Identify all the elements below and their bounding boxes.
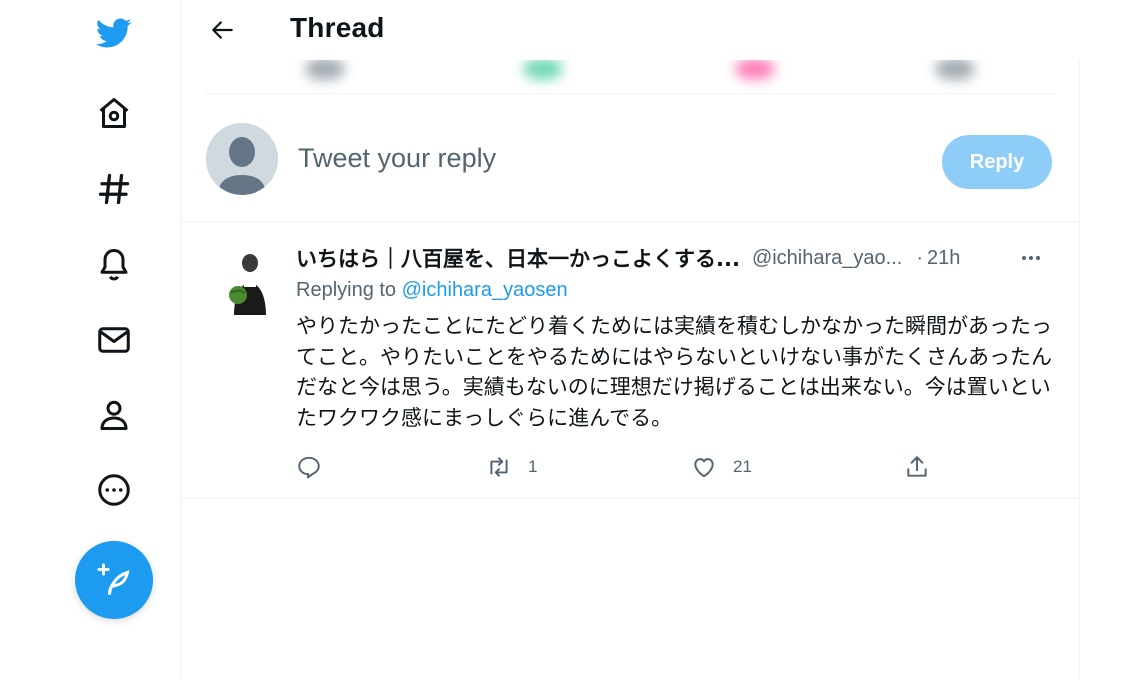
ghost-retweet-icon [523,58,563,80]
previous-tweet-actions [205,54,1056,94]
display-name[interactable]: いちはら｜八百屋を、日本一かっこよくする... [296,243,740,273]
twitter-logo-icon[interactable] [90,8,138,56]
replying-prefix: Replying to [296,279,397,301]
avatar[interactable] [220,247,280,315]
more-options-button[interactable] [1016,243,1046,273]
explore-hashtag-icon[interactable] [90,165,138,213]
like-action-button[interactable]: 21 [691,452,752,482]
share-action-button[interactable] [904,452,930,482]
notifications-bell-icon[interactable] [90,240,138,288]
retweet-action-button[interactable]: 1 [486,452,537,482]
user-photo-avatar [220,247,280,315]
retweet-icon [490,457,508,477]
back-button[interactable] [203,10,243,50]
ghost-reply-icon [305,58,345,80]
feather-plus-icon [97,563,130,595]
reply-input[interactable] [298,143,798,174]
heart-icon [694,458,714,478]
ghost-share-icon [935,58,975,80]
messages-envelope-icon[interactable] [90,316,138,364]
ghost-like-icon [735,58,775,80]
replying-to-line: Replying to @ichihara_yaosen [296,279,568,302]
reply-action-button[interactable] [296,452,322,482]
home-icon[interactable] [90,89,138,137]
share-upload-icon [907,456,927,477]
like-count: 21 [733,457,752,476]
more-circle-icon[interactable] [90,466,138,514]
page-title: Thread [290,12,385,43]
reply-composer: Reply [181,96,1080,222]
timestamp[interactable]: 21h [927,247,960,270]
thread-header: Thread [181,0,1080,60]
retweet-count: 1 [528,457,538,476]
reply-bubble-icon [298,456,320,479]
user-handle[interactable]: @ichihara_yao... [752,247,902,270]
reply-mention-link[interactable]: @ichihara_yaosen [402,279,568,301]
compose-tweet-button[interactable] [75,541,153,619]
tweet-action-bar: 1 21 [296,452,936,482]
left-sidebar [0,0,181,679]
default-avatar-icon [206,123,278,195]
separator-dot: · [916,246,923,269]
tweet[interactable]: いちはら｜八百屋を、日本一かっこよくする... @ichihara_yao...… [181,223,1080,499]
tweet-header: いちはら｜八百屋を、日本一かっこよくする... @ichihara_yao...… [296,243,1056,273]
tweet-text: やりたかったことにたどり着くためには実績を積むしかなかった瞬間があったってこと。… [296,314,1052,430]
arrow-left-icon [212,21,233,39]
main-column: Thread Reply [181,0,1080,679]
reply-button[interactable]: Reply [942,135,1052,189]
avatar [206,123,278,195]
ellipsis-icon [1022,256,1040,260]
profile-person-icon[interactable] [90,391,138,439]
